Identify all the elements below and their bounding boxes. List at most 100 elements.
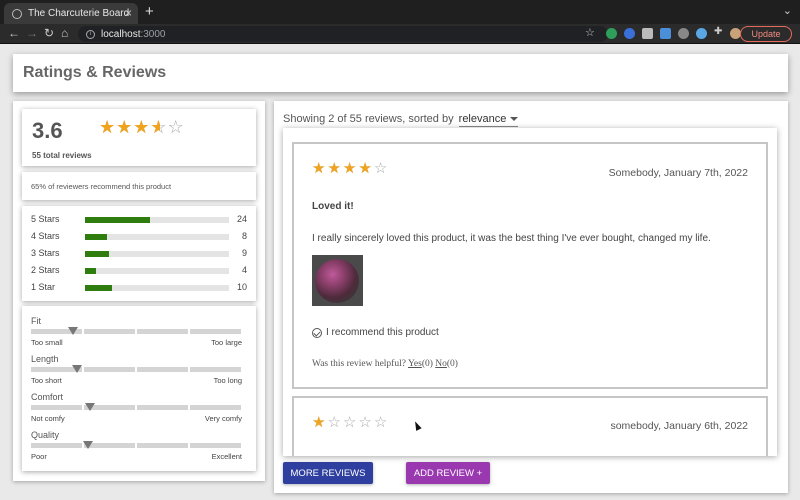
caret-down-icon	[510, 117, 519, 122]
breakdown-fill	[85, 285, 112, 291]
review-photo-thumbnail[interactable]	[312, 255, 363, 306]
info-icon[interactable]: i	[86, 29, 95, 39]
star-icon: ☆ ★	[327, 160, 341, 177]
url-field[interactable]: i localhost:3000	[78, 26, 608, 42]
extension-icon[interactable]	[678, 28, 689, 39]
review-list[interactable]: ☆ ★ ☆ ★ ☆ ★ ☆ ★ ☆ Somebody, January 7th, 2022 Lo…	[283, 128, 777, 456]
breakdown-count: 10	[236, 282, 247, 292]
breakdown-track	[85, 251, 229, 257]
review-stars: ☆ ★ ☆ ★ ☆ ★ ☆ ★ ☆	[312, 161, 387, 176]
rating-breakdown-card: 5 Stars 24 4 Stars 8 3 Stars 9 2 Stars 4 1 Star 1…	[22, 206, 256, 301]
breakdown-count: 8	[241, 231, 247, 241]
average-rating: 3.6	[32, 118, 63, 143]
review-tile: ☆ ★ ☆ ☆ ☆ ☆ somebody, January 6th, 2022	[292, 396, 768, 456]
page-title: Ratings & Reviews	[23, 64, 167, 81]
more-reviews-button[interactable]: MORE REVIEWS	[283, 462, 373, 484]
review-stars: ☆ ★ ☆ ☆ ☆ ☆	[312, 415, 387, 430]
url-host: localhost	[101, 28, 141, 40]
reviews-panel: Showing 2 of 55 reviews, sorted by relev…	[274, 101, 788, 493]
bookmark-star-icon[interactable]: ☆	[585, 26, 595, 39]
star-icon: ☆ ★	[312, 160, 326, 177]
breakdown-count: 9	[241, 248, 247, 258]
characteristic-marker	[84, 403, 95, 411]
review-tile: ☆ ★ ☆ ★ ☆ ★ ☆ ★ ☆ Somebody, January 7th, 2022 Lo…	[292, 142, 768, 389]
rating-breakdown-row[interactable]: 3 Stars 9	[31, 248, 247, 260]
forward-icon[interactable]: →	[26, 26, 38, 40]
sort-value: relevance	[458, 113, 507, 125]
average-stars: ☆ ★ ☆ ★ ☆ ★ ☆ ★ ☆	[99, 118, 184, 136]
characteristic-name: Fit	[31, 316, 41, 326]
characteristic-marker	[72, 365, 83, 373]
characteristic-low-label: Poor	[31, 452, 47, 461]
new-tab-icon[interactable]: +	[145, 3, 154, 20]
globe-icon	[12, 8, 22, 19]
rating-breakdown-row[interactable]: 5 Stars 24	[31, 214, 247, 226]
characteristic-scale	[31, 329, 241, 334]
breakdown-track	[85, 234, 229, 240]
sort-line: Showing 2 of 55 reviews, sorted by relev…	[283, 113, 519, 127]
breakdown-count: 24	[236, 214, 247, 224]
close-icon[interactable]: ×	[125, 6, 132, 20]
browser-tab[interactable]: The Charcuterie Board ×	[4, 3, 138, 24]
star-icon: ☆	[358, 414, 372, 431]
browser-tab-bar: The Charcuterie Board × + ⌄	[0, 0, 800, 24]
rating-breakdown-row[interactable]: 2 Stars 4	[31, 265, 247, 277]
helpful-yes-link[interactable]: Yes	[408, 359, 422, 369]
extension-icon[interactable]	[660, 28, 671, 39]
helpful-prompt: Was this review helpful?	[312, 359, 406, 369]
helpful-no-link[interactable]: No	[435, 359, 447, 369]
header-card: Ratings & Reviews	[13, 54, 788, 92]
star-icon: ☆	[327, 414, 341, 431]
characteristic-high-label: Too long	[213, 376, 242, 385]
review-author-date: Somebody, January 7th, 2022	[608, 167, 748, 179]
characteristic-scale	[31, 367, 241, 372]
breakdown-track	[85, 285, 229, 291]
ratings-panel: 3.6 ☆ ★ ☆ ★ ☆ ★ ☆ ★ ☆ 55 total reviews 65% of re…	[13, 101, 265, 481]
breakdown-label: 1 Star	[31, 282, 56, 292]
star-icon: ☆ ★	[312, 414, 326, 431]
star-icon: ☆ ★	[150, 117, 167, 137]
breakdown-label: 4 Stars	[31, 231, 60, 241]
rating-breakdown-row[interactable]: 4 Stars 8	[31, 231, 247, 243]
star-icon: ☆	[342, 414, 357, 431]
helpful-no-count: (0)	[446, 359, 458, 369]
review-helpful: Was this review helpful? Yes(0) No(0)	[312, 359, 458, 369]
extension-icon[interactable]	[624, 28, 635, 39]
rating-breakdown-row[interactable]: 1 Star 10	[31, 282, 247, 294]
characteristic-marker	[82, 441, 93, 449]
extension-icon[interactable]	[642, 28, 653, 39]
puzzle-icon[interactable]: ✚	[714, 26, 722, 37]
breakdown-fill	[85, 251, 110, 257]
characteristic-high-label: Excellent	[211, 452, 242, 461]
react-devtools-icon[interactable]	[696, 28, 707, 39]
breakdown-label: 5 Stars	[31, 214, 60, 224]
chevron-down-icon[interactable]: ⌄	[783, 4, 792, 17]
breakdown-count: 4	[241, 265, 247, 275]
add-review-button[interactable]: ADD REVIEW +	[406, 462, 490, 484]
characteristic-name: Quality	[31, 430, 60, 440]
characteristic-scale	[31, 405, 241, 410]
total-reviews: 55 total reviews	[32, 151, 92, 160]
characteristic-low-label: Too small	[31, 338, 63, 347]
star-icon: ☆	[373, 160, 388, 177]
url-port: :3000	[140, 28, 166, 40]
breakdown-track	[85, 217, 229, 223]
update-button[interactable]: Update	[740, 26, 792, 42]
sort-dropdown[interactable]: relevance	[458, 113, 519, 127]
rating-summary-card: 3.6 ☆ ★ ☆ ★ ☆ ★ ☆ ★ ☆ 55 total reviews	[22, 109, 256, 166]
breakdown-fill	[85, 217, 150, 223]
extension-icon[interactable]	[606, 28, 617, 39]
helpful-yes-count: (0)	[421, 359, 433, 369]
characteristic-high-label: Very comfy	[204, 414, 242, 423]
characteristic-marker	[68, 327, 78, 335]
review-body: I really sincerely loved this product, i…	[312, 233, 711, 244]
characteristic-low-label: Too short	[31, 376, 62, 385]
breakdown-label: 3 Stars	[31, 248, 60, 258]
back-icon[interactable]: ←	[8, 26, 20, 40]
home-icon[interactable]: ⌂	[61, 26, 68, 40]
recommend-card: 65% of reviewers recommend this product	[22, 172, 256, 200]
characteristic-name: Comfort	[31, 392, 64, 402]
reload-icon[interactable]: ↻	[44, 26, 54, 40]
review-summary: Loved it!	[312, 201, 354, 212]
breakdown-label: 2 Stars	[31, 265, 60, 275]
